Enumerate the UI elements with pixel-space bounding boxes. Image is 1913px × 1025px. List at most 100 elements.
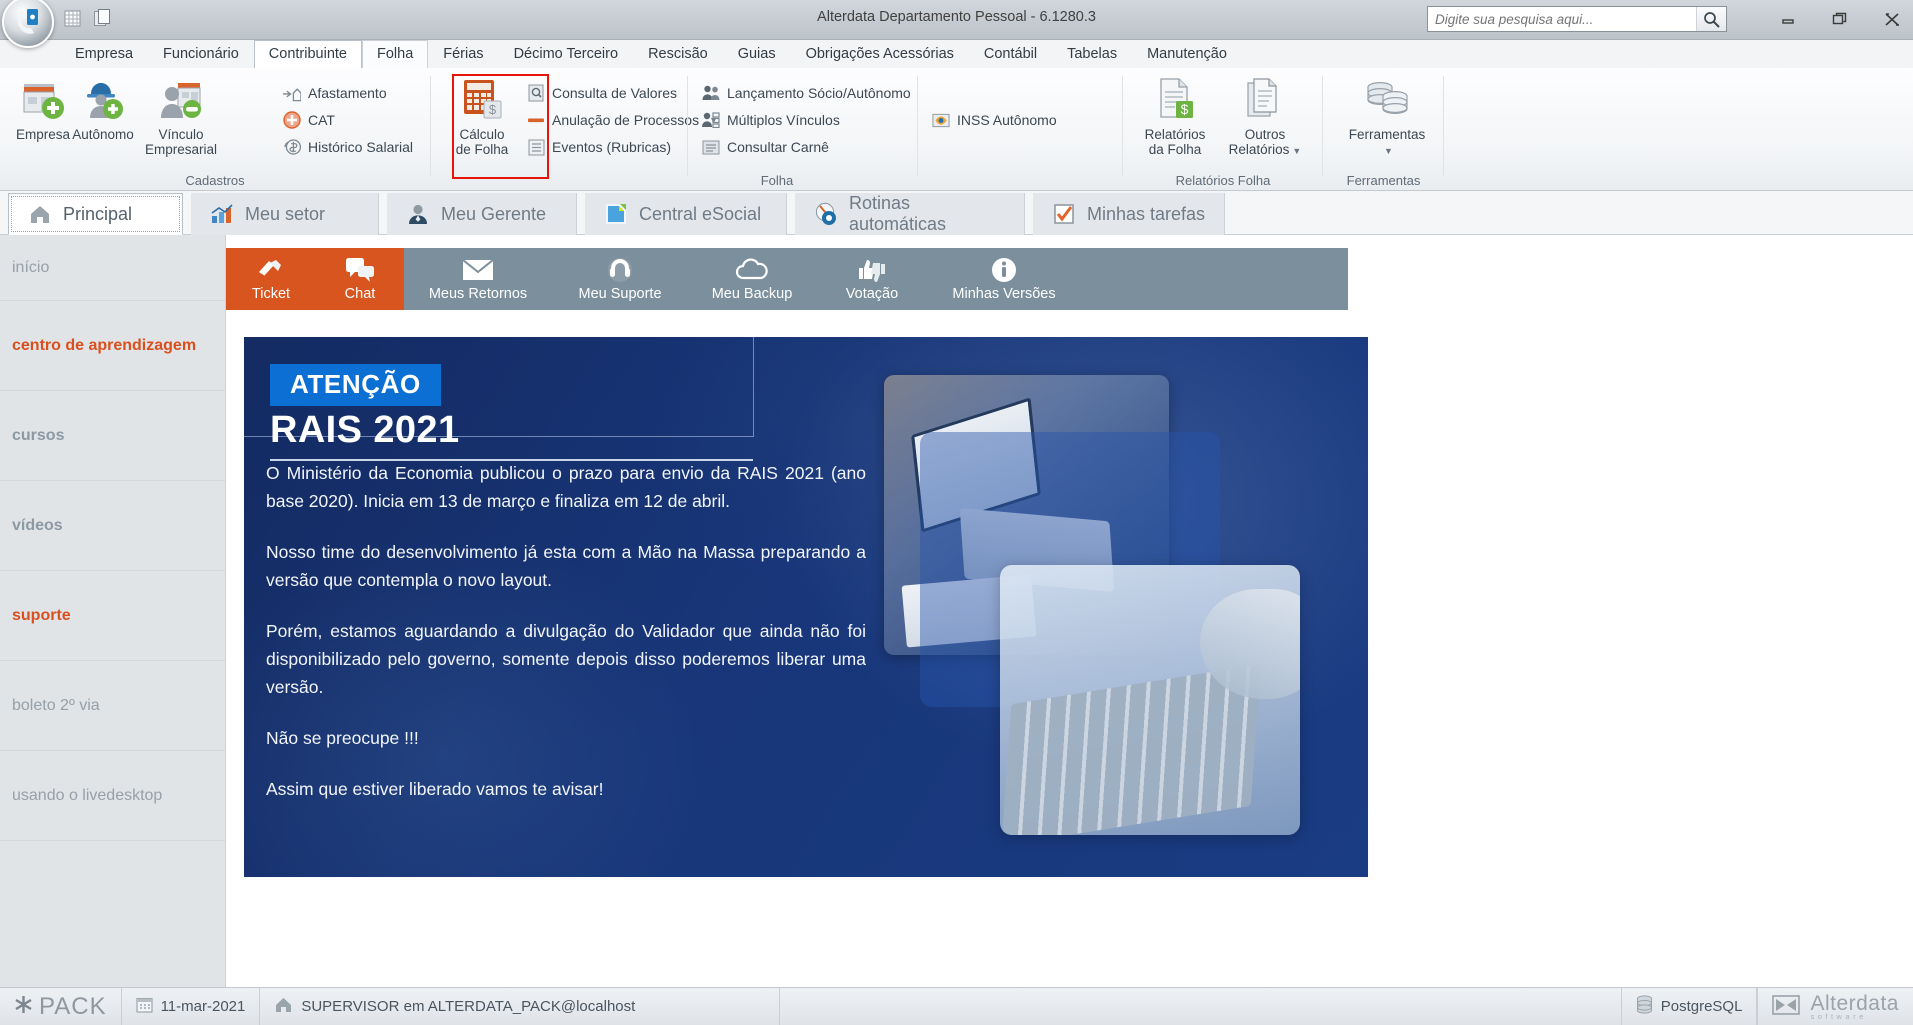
restore-icon[interactable]: [1827, 6, 1853, 32]
person-store-link-icon: [158, 74, 204, 124]
workspace-tab-meu-gerente-label: Meu Gerente: [441, 203, 547, 224]
menu-tab-ferias[interactable]: Férias: [428, 40, 498, 68]
workspace-tab-rotinas-automaticas[interactable]: Rotinas automáticas: [795, 193, 1025, 235]
ribbon-item-historico-salarial[interactable]: Histórico Salarial: [283, 135, 413, 159]
ribbon-button-autonomo-label: Autônomo: [72, 127, 134, 142]
status-pack-label: PACK: [39, 992, 107, 1020]
menu-tab-contribuinte[interactable]: Contribuinte: [253, 40, 362, 68]
calculator-icon: $: [460, 74, 504, 124]
status-database-label: PostgreSQL: [1660, 998, 1743, 1015]
menu-tab-folha[interactable]: Folha: [361, 40, 429, 68]
ribbon-item-consulta-de-valores[interactable]: Consulta de Valores: [527, 81, 677, 105]
worker-add-icon: [81, 74, 125, 124]
action-meu-backup[interactable]: Meu Backup: [688, 248, 816, 310]
ribbon-item-anulacao-de-processos[interactable]: Anulação de Processos ▼: [527, 108, 718, 132]
action-minhas-versoes[interactable]: Minhas Versões: [928, 248, 1080, 310]
app-logo-icon: [17, 9, 38, 34]
action-chat[interactable]: Chat: [316, 248, 404, 310]
eye-icon: [932, 111, 950, 129]
ribbon-item-lancamento-socio-autonomo[interactable]: Lançamento Sócio/Autônomo: [702, 81, 911, 105]
consultar-carne-label: Consultar Carnê: [727, 139, 829, 155]
ribbon-item-eventos-rubricas[interactable]: Eventos (Rubricas): [527, 135, 671, 159]
magnifier-doc-icon: [527, 84, 545, 102]
left-sidebar: início centro de aprendizagem cursos víd…: [0, 235, 226, 987]
action-meu-suporte[interactable]: Meu Suporte: [552, 248, 688, 310]
chat-icon: [345, 256, 375, 284]
ribbon-button-autonomo[interactable]: Autônomo: [60, 74, 146, 172]
sidebar-item-videos[interactable]: vídeos: [0, 481, 225, 571]
ribbon-separator-1: [430, 76, 431, 176]
menu-tab-obrigacoes-acessorias[interactable]: Obrigações Acessórias: [791, 40, 969, 68]
inss-autonomo-label: INSS Autônomo: [957, 112, 1057, 128]
close-icon[interactable]: [1879, 6, 1905, 32]
home-icon: [27, 201, 53, 227]
ribbon-item-afastamento[interactable]: Afastamento: [283, 81, 387, 105]
headset-icon: [606, 256, 634, 284]
ribbon-separator-4: [1443, 76, 1444, 176]
checkbox-checked-icon: [1051, 201, 1077, 227]
menu-tab-empresa[interactable]: Empresa: [60, 40, 148, 68]
status-database: PostgreSQL: [1620, 987, 1758, 1025]
ribbon-button-calculo-de-folha-label: Cálculo de Folha: [456, 127, 509, 157]
workspace-tab-central-esocial[interactable]: Central eSocial: [585, 193, 787, 235]
sidebar-item-centro-de-aprendizagem[interactable]: centro de aprendizagem: [0, 301, 225, 391]
status-brand-label: Alterdata software: [1810, 992, 1899, 1021]
banner-paragraph-4: Não se preocupe !!!: [266, 728, 419, 748]
menu-tab-guias[interactable]: Guias: [723, 40, 791, 68]
action-meus-retornos-label: Meus Retornos: [428, 286, 528, 302]
menu-tab-manutencao[interactable]: Manutenção: [1132, 40, 1242, 68]
workspace-tab-principal[interactable]: Principal: [8, 193, 183, 235]
ribbon-item-inss-autonomo[interactable]: INSS Autônomo: [932, 108, 1057, 132]
chevron-down-icon[interactable]: ▼: [1292, 146, 1301, 156]
sidebar-item-usando-o-livedesktop[interactable]: usando o livedesktop: [0, 751, 225, 841]
menu-tab-contabil[interactable]: Contábil: [969, 40, 1052, 68]
search-icon[interactable]: [1696, 7, 1726, 31]
minimize-icon[interactable]: [1775, 6, 1801, 32]
sidebar-item-cursos[interactable]: cursos: [0, 391, 225, 481]
menu-tab-funcionario[interactable]: Funcionário: [148, 40, 254, 68]
menu-tab-tabelas[interactable]: Tabelas: [1052, 40, 1132, 68]
sidebar-item-boleto-2-via[interactable]: boleto 2º via: [0, 661, 225, 751]
action-ticket[interactable]: Ticket: [226, 248, 316, 310]
search-input[interactable]: [1428, 7, 1696, 31]
action-meus-retornos[interactable]: Meus Retornos: [404, 248, 552, 310]
workspace-tab-meu-setor[interactable]: Meu setor: [191, 193, 379, 235]
menu-tab-rescisao[interactable]: Rescisão: [633, 40, 723, 68]
ribbon-item-multiplos-vinculos[interactable]: Múltiplos Vínculos: [702, 108, 840, 132]
workspace-tab-meu-setor-label: Meu setor: [245, 203, 326, 224]
ribbon-button-vinculo-empresarial[interactable]: Vínculo Empresarial: [138, 74, 224, 172]
menu-tabs[interactable]: Empresa Funcionário Contribuinte Folha F…: [60, 40, 1242, 68]
cat-label: CAT: [308, 112, 335, 128]
banner-title: RAIS 2021: [270, 409, 460, 451]
ribbon-button-outros-relatorios-label: Outros Relatórios ▼: [1229, 127, 1302, 159]
window-controls[interactable]: [1775, 6, 1905, 32]
ribbon-button-calculo-de-folha[interactable]: $ Cálculo de Folha: [439, 74, 525, 172]
ribbon-item-cat[interactable]: CAT: [283, 108, 335, 132]
menu-tab-decimo-terceiro[interactable]: Décimo Terceiro: [499, 40, 634, 68]
sidebar-item-inicio[interactable]: início: [0, 235, 225, 301]
eventos-rubricas-label: Eventos (Rubricas): [552, 139, 672, 155]
ribbon-group-relatorios-folha: $ Relatórios da Folha Outros Relatórios ▼: [1124, 68, 1322, 191]
action-votacao[interactable]: Votação: [816, 248, 928, 310]
workspace-tab-minhas-tarefas[interactable]: Minhas tarefas: [1033, 193, 1225, 235]
action-votacao-label: Votação: [845, 286, 899, 302]
workspace-tab-meu-gerente[interactable]: Meu Gerente: [387, 193, 577, 235]
ribbon-button-relatorios-da-folha[interactable]: $ Relatórios da Folha: [1132, 74, 1218, 172]
banner-paragraph-1: O Ministério da Economia publicou o praz…: [266, 463, 866, 511]
ribbon-item-consultar-carne[interactable]: Consultar Carnê: [702, 135, 829, 159]
status-brand: Alterdata software: [1757, 987, 1913, 1025]
vinculo-line2: Empresarial: [144, 142, 218, 157]
calendar-icon: [136, 996, 153, 1017]
chart-bars-icon: [209, 201, 235, 227]
card-lines-icon: [702, 138, 720, 156]
status-right-group: PostgreSQL Alterdata software: [1620, 987, 1913, 1025]
sidebar-item-suporte[interactable]: suporte: [0, 571, 225, 661]
workspace-tab-central-esocial-label: Central eSocial: [639, 203, 762, 224]
global-search[interactable]: [1427, 6, 1727, 32]
ribbon-button-ferramentas[interactable]: Ferramentas ▼: [1340, 74, 1434, 172]
documents-icon: [1245, 74, 1285, 124]
ribbon-button-outros-relatorios[interactable]: Outros Relatórios ▼: [1222, 74, 1308, 172]
announcement-banner[interactable]: ATENÇÃO RAIS 2021 O Ministério da Econom…: [244, 337, 1368, 877]
ribbon-group-folha: $ Cálculo de Folha Consulta de Valores A…: [432, 68, 1122, 191]
chevron-down-icon[interactable]: ▼: [1384, 146, 1393, 156]
